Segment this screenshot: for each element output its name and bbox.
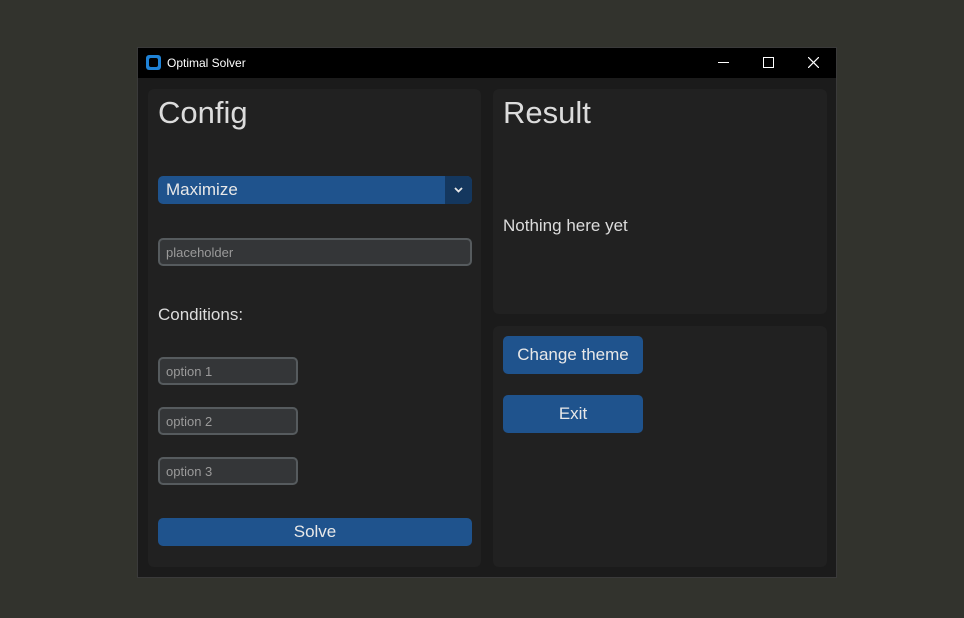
minimize-button[interactable] xyxy=(701,48,746,78)
close-button[interactable] xyxy=(791,48,836,78)
title-bar[interactable]: Optimal Solver xyxy=(138,48,836,78)
app-window: Optimal Solver Config Maximize Condition… xyxy=(137,47,837,578)
chevron-down-icon xyxy=(454,187,463,193)
window-title: Optimal Solver xyxy=(167,56,246,70)
maximize-button[interactable] xyxy=(746,48,791,78)
maximize-icon xyxy=(763,57,774,68)
exit-button[interactable]: Exit xyxy=(503,395,643,433)
objective-dropdown[interactable]: Maximize xyxy=(158,176,472,204)
config-heading: Config xyxy=(158,95,248,130)
result-heading: Result xyxy=(503,95,591,130)
solve-button[interactable]: Solve xyxy=(158,518,472,546)
dropdown-arrow-button[interactable] xyxy=(445,176,472,204)
condition-input-3[interactable] xyxy=(158,457,298,485)
result-text: Nothing here yet xyxy=(503,216,628,235)
conditions-label: Conditions: xyxy=(158,305,244,324)
objective-input[interactable] xyxy=(158,238,472,266)
minimize-icon xyxy=(718,62,729,63)
condition-input-2[interactable] xyxy=(158,407,298,435)
change-theme-button[interactable]: Change theme xyxy=(503,336,643,374)
objective-selected-value: Maximize xyxy=(166,180,238,199)
condition-input-1[interactable] xyxy=(158,357,298,385)
close-icon xyxy=(808,57,819,68)
result-panel: Result Nothing here yet xyxy=(493,89,827,314)
actions-panel: Change theme Exit xyxy=(493,326,827,567)
app-icon xyxy=(146,55,161,70)
config-panel: Config Maximize Conditions: Solve xyxy=(148,89,481,567)
